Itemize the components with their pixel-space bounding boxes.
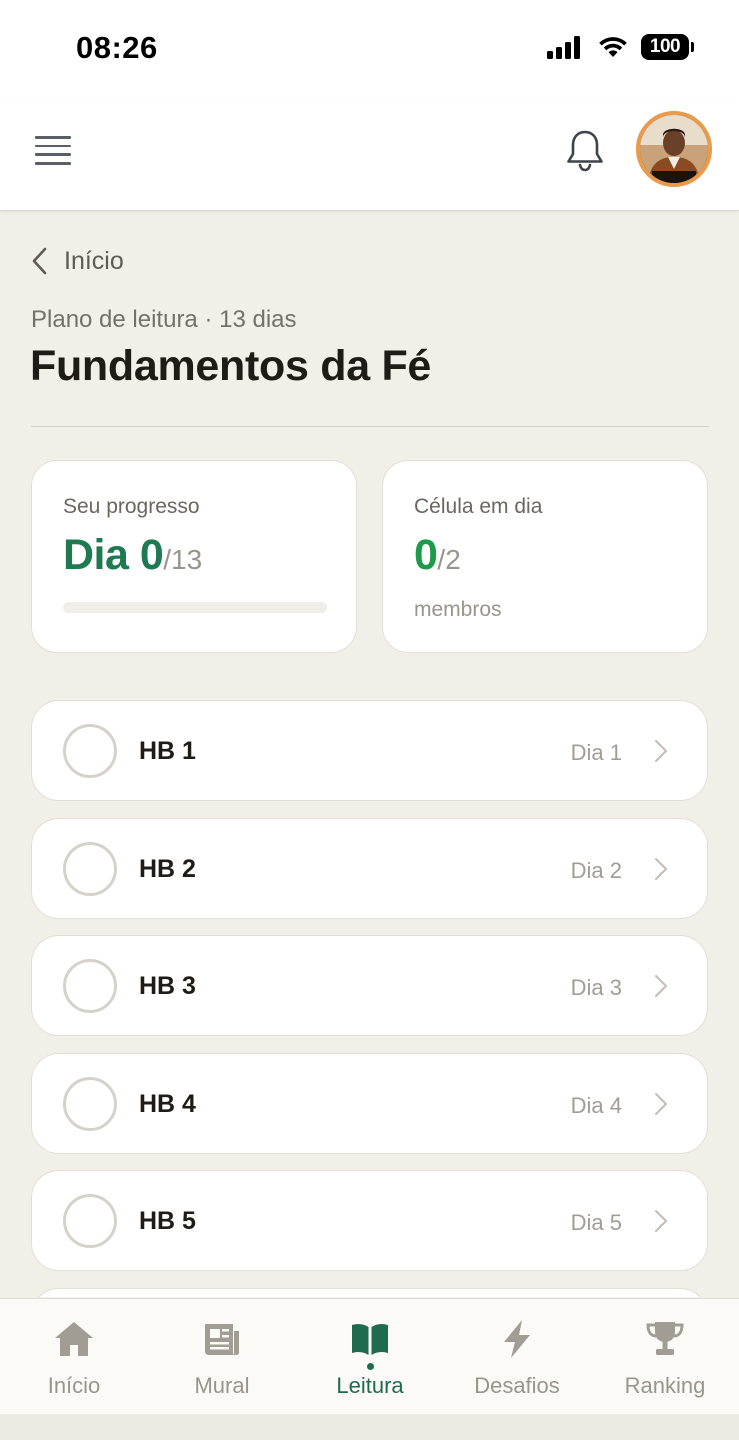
reading-title: HB 1 — [139, 737, 196, 765]
bell-icon[interactable] — [560, 126, 610, 176]
trophy-icon — [646, 1322, 684, 1355]
home-icon — [55, 1322, 93, 1356]
cell-value: 0/2 — [414, 531, 461, 580]
reading-day: Dia 2 — [570, 857, 622, 883]
chevron-right-icon — [655, 740, 667, 762]
back-link[interactable]: Início — [30, 243, 124, 279]
status-bar: 08:26 100 — [0, 0, 739, 100]
nav-label: Início — [47, 1373, 101, 1398]
reading-title: HB 3 — [139, 972, 196, 1001]
cellular-signal-icon — [547, 35, 583, 59]
completion-checkbox[interactable] — [63, 959, 117, 1014]
reading-item[interactable]: HB 3 Dia 3 — [31, 935, 708, 1037]
reading-title: HB 4 — [139, 1089, 196, 1118]
reading-item[interactable]: HB 5 Dia 5 — [31, 1170, 708, 1272]
reading-list: HB 1 Dia 1 HB 2 Dia 2 HB 3 Dia 3 HB 4 Di… — [31, 700, 709, 1297]
home-indicator-area — [0, 1414, 739, 1440]
nav-label: Ranking — [624, 1373, 706, 1398]
chevron-right-icon — [655, 975, 667, 998]
progress-current-day: Dia 0 — [63, 531, 164, 579]
reading-item[interactable]: HB 1 Dia 1 — [31, 700, 708, 801]
progress-bar — [63, 602, 327, 613]
chevron-left-icon — [32, 247, 47, 275]
reading-day: Dia 4 — [570, 1092, 622, 1118]
completion-checkbox[interactable] — [63, 841, 117, 896]
progress-card: Seu progresso Dia 0/13 — [31, 460, 357, 653]
nav-item-desafios[interactable]: Desafios — [443, 1299, 591, 1415]
reading-day: Dia 1 — [570, 740, 622, 765]
reading-item-partial[interactable] — [31, 1287, 708, 1297]
reading-title: HB 5 — [139, 1207, 196, 1236]
reading-item[interactable]: HB 2 Dia 2 — [31, 817, 708, 919]
completion-checkbox[interactable] — [63, 724, 117, 778]
page-title: Fundamentos da Fé — [30, 342, 432, 390]
wifi-icon — [599, 37, 627, 57]
hamburger-menu-icon[interactable] — [35, 136, 71, 166]
reading-item[interactable]: HB 4 Dia 4 — [31, 1052, 708, 1154]
user-avatar[interactable] — [636, 111, 712, 187]
nav-item-inicio[interactable]: Início — [0, 1299, 148, 1415]
cell-current-count: 0 — [414, 531, 438, 579]
chevron-right-icon — [655, 857, 667, 880]
reading-title: HB 2 — [139, 854, 196, 883]
lightning-icon — [504, 1320, 530, 1358]
nav-label: Mural — [194, 1373, 250, 1398]
cell-label: Célula em dia — [414, 495, 543, 518]
avatar-photo — [640, 115, 708, 183]
cell-total-count: /2 — [437, 544, 461, 575]
cell-unit: membros — [414, 598, 502, 621]
nav-label: Desafios — [474, 1373, 560, 1398]
completion-checkbox[interactable] — [63, 1076, 117, 1131]
status-time: 08:26 — [76, 30, 158, 65]
nav-item-mural[interactable]: Mural — [148, 1299, 296, 1415]
active-indicator-dot — [366, 1363, 374, 1370]
status-icons: 100 — [547, 34, 694, 60]
book-open-icon — [352, 1323, 388, 1355]
back-label: Início — [64, 246, 124, 275]
progress-label: Seu progresso — [63, 495, 200, 518]
divider — [31, 426, 709, 427]
reading-day: Dia 5 — [570, 1210, 622, 1236]
nav-item-ranking[interactable]: Ranking — [591, 1299, 739, 1415]
progress-total-days: /13 — [163, 544, 203, 575]
progress-value: Dia 0/13 — [63, 531, 202, 580]
bottom-nav: Início Mural Leitura Desafios Ranking — [0, 1298, 739, 1414]
battery-indicator: 100 — [641, 34, 694, 60]
newspaper-icon — [205, 1324, 239, 1355]
cell-card: Célula em dia 0/2 membros — [382, 460, 708, 653]
completion-checkbox[interactable] — [63, 1194, 117, 1249]
chevron-right-icon — [655, 1092, 667, 1115]
nav-label: Leitura — [336, 1373, 404, 1398]
app-header — [0, 100, 739, 211]
reading-day: Dia 3 — [570, 975, 622, 1001]
nav-item-leitura[interactable]: Leitura — [296, 1299, 444, 1415]
chevron-right-icon — [655, 1210, 667, 1233]
plan-subtitle: Plano de leitura · 13 dias — [31, 306, 297, 333]
